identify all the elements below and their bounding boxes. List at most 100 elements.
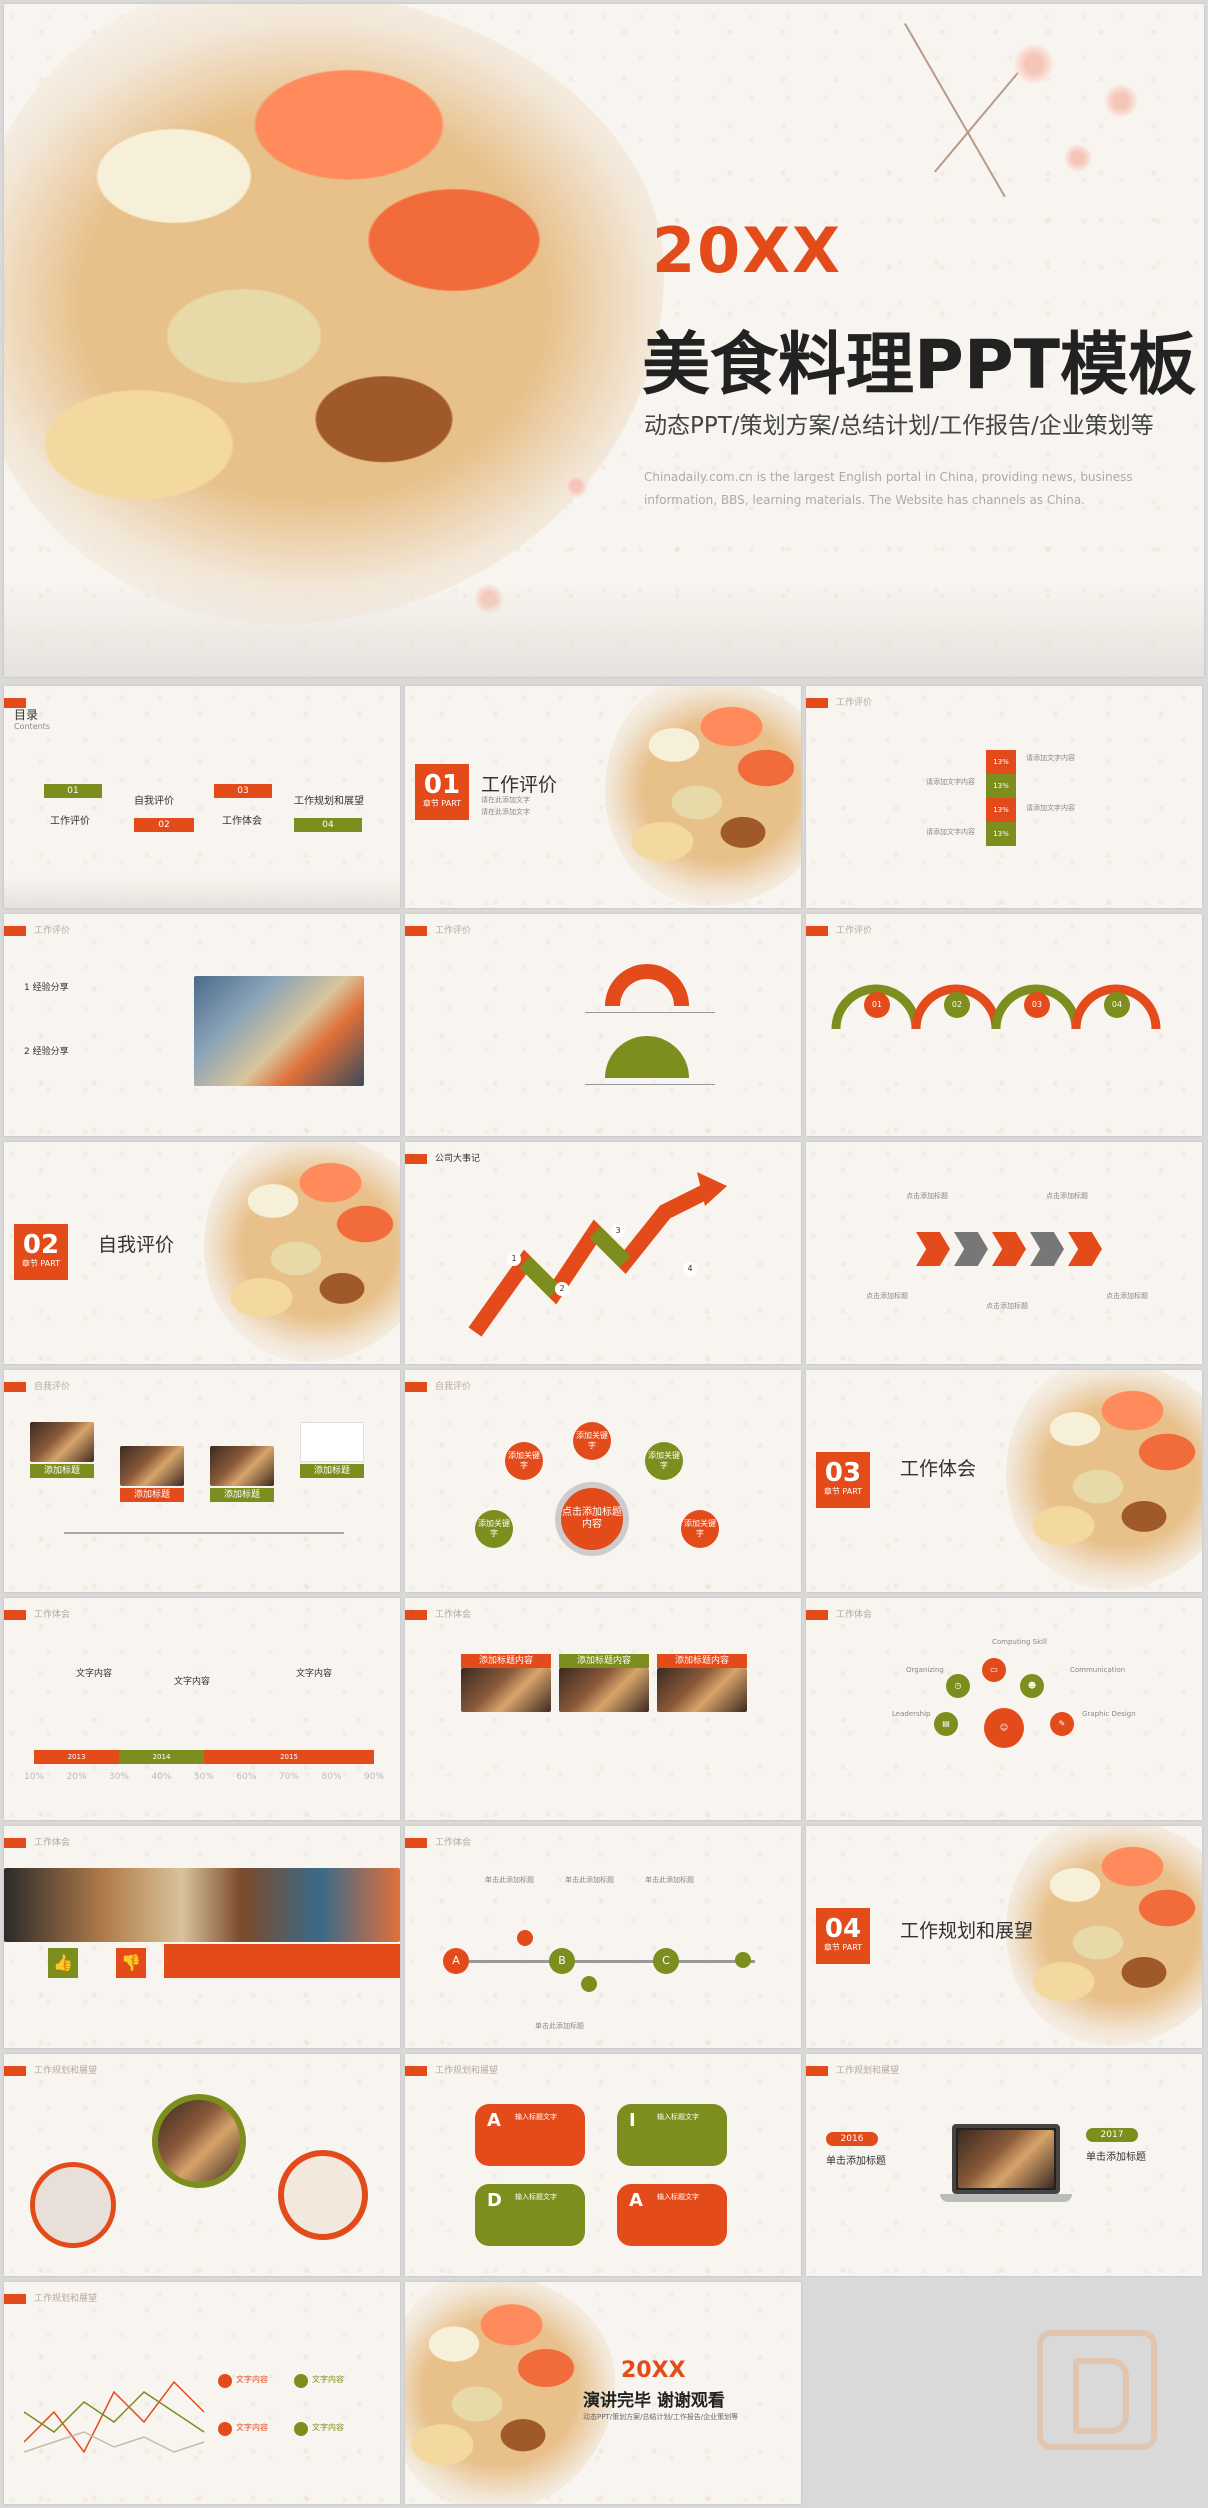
legend-label: 文字内容 [312,2423,344,2432]
blossom-decoration [1014,44,1054,84]
bar-text: 请添加文字内容 [926,778,975,786]
photo-head: 添加标题内容 [657,1654,747,1668]
slide-laptop[interactable]: 工作规划和展望 2016 2017 单击添加标题 单击添加标题 [806,2054,1202,2276]
logo-watermark-icon [1037,2330,1157,2450]
photo-head: 添加标题内容 [461,1654,551,1668]
contents-label-01[interactable]: 工作评价 [50,812,90,827]
progress-item: 文字内容 [296,1669,333,1679]
tile-label[interactable]: 添加标题 [120,1488,184,1502]
slide-round-photos[interactable]: 工作规划和展望 [4,2054,400,2276]
contents-label-04[interactable]: 工作规划和展望 [294,792,364,807]
slide-tag-text: 工作体会 [836,1610,873,1620]
slide-tag [806,698,828,708]
cover-slide[interactable]: 20XX 美食料理PPT模板 动态PPT/策划方案/总结计划/工作报告/企业策划… [4,4,1204,677]
food-photo [657,1668,747,1712]
skill-label: Leadership [892,1710,931,1718]
keyword-circle[interactable]: 添加关键字 [505,1442,543,1480]
food-photo [300,1422,364,1462]
people-icon: ☻ [1020,1674,1044,1698]
wave-num: 02 [944,992,970,1018]
sushi-image [1006,1826,1202,2046]
legend-label: 文字内容 [236,2423,268,2432]
flow-line [445,1960,755,1963]
bar-text: 请添加文字内容 [1026,804,1075,812]
tile-label[interactable]: 添加标题 [210,1488,274,1502]
experience-2: 2 经验分享 [24,1047,69,1057]
slide-tag-text: 工作评价 [836,926,873,936]
chevron-label: 点击添加标题 [866,1292,908,1300]
contents-label-03[interactable]: 工作体会 [222,812,262,827]
center-circle[interactable]: 点击添加标题内容 [555,1482,629,1556]
slide-tag [405,1382,427,1392]
slide-tag-text: 工作评价 [836,698,873,708]
slide-three-photos[interactable]: 工作体会 添加标题内容 添加标题内容 添加标题内容 [405,1598,801,1820]
wave-num: 04 [1104,992,1130,1018]
thanks-title: 演讲完毕 谢谢观看 [583,2391,725,2411]
contents-label-02[interactable]: 自我评价 [134,792,174,807]
slide-bar-stack[interactable]: 工作评价 13% 13% 13% 13% 请添加文字内容 请添加文字内容 请添加… [806,686,1202,908]
skill-label: Graphic Design [1082,1710,1136,1718]
slide-tag [405,1610,427,1620]
slide-arcs[interactable]: 工作评价 [405,914,801,1136]
progress-year: 2014 [119,1750,204,1764]
ruler [585,1084,715,1085]
section-number: 03 章节 PART [816,1452,870,1508]
bar-text: 请添加文字内容 [1026,754,1075,762]
contents-sub: Contents [14,722,50,731]
slide-contents[interactable]: 目录 Contents 01 工作评价 自我评价 02 03 工作体会 工作规划… [4,686,400,908]
contents-num-04: 04 [294,818,362,832]
slide-progress[interactable]: 工作体会 文字内容 文字内容 文字内容 2013 2014 2015 10% 20… [4,1598,400,1820]
slide-waves[interactable]: 工作评价 01 02 03 04 [806,914,1202,1136]
food-photo [559,1668,649,1712]
chevron-icon [1068,1232,1102,1266]
slide-keywords[interactable]: 自我评价 点击添加标题内容 添加关键字 添加关键字 添加关键字 添加关键字 添加… [405,1370,801,1592]
slide-tag-text: 工作体会 [34,1610,71,1620]
slide-photo-banner[interactable]: 工作体会 👍 👎 [4,1826,400,2048]
contents-num-01: 01 [44,784,102,798]
slide-aida[interactable]: 工作规划和展望 A I D A 输入标题文字 输入标题文字 输入标题文字 输入标… [405,2054,801,2276]
slide-timeline-arrow[interactable]: 公司大事记 1 2 3 4 [405,1142,801,1364]
bar-block: 13% [986,798,1016,822]
aida-letter: A [487,2110,501,2131]
thanks-sub: 动态PPT/策划方案/总结计划/工作报告/企业策划等 [583,2413,739,2421]
slide-tag-text: 工作规划和展望 [836,2066,900,2076]
slide-abc-flow[interactable]: 工作体会 A B C 单击此添加标题 单击此添加标题 单击此添加标题 单击此添加… [405,1826,801,2048]
keyword-circle[interactable]: 添加关键字 [573,1422,611,1460]
thumbs-up-icon: 👍 [48,1948,78,1978]
keyword-circle[interactable]: 添加关键字 [681,1510,719,1548]
section-bullet: 请在此添加文字 [481,796,530,804]
slide-section-03[interactable]: 03 章节 PART 工作体会 [806,1370,1202,1592]
chevron-icon [1030,1232,1064,1266]
flow-dot [735,1952,751,1968]
flow-label: 单击此添加标题 [565,1876,614,1884]
keyword-circle[interactable]: 添加关键字 [475,1510,513,1548]
aida-letter: A [629,2190,643,2211]
slide-line-chart[interactable]: 工作规划和展望 文字内容 文字内容 文字内容 文字内容 [4,2282,400,2504]
slide-chevrons[interactable]: 点击添加标题 点击添加标题 点击添加标题 点击添加标题 点击添加标题 [806,1142,1202,1364]
slide-experience[interactable]: 工作评价 1 经验分享 2 经验分享 [4,914,400,1136]
food-photo [120,1446,184,1486]
tile-label[interactable]: 添加标题 [30,1464,94,1478]
keyword-circle[interactable]: 添加关键字 [645,1442,683,1480]
slide-section-02[interactable]: 02 章节 PART 自我评价 [4,1142,400,1364]
tile-label[interactable]: 添加标题 [300,1464,364,1478]
aida-label: 输入标题文字 [657,2193,699,2201]
blossom-decoration [564,474,588,498]
sushi-image [4,4,664,624]
slide-photo-tiles[interactable]: 自我评价 添加标题 添加标题 添加标题 添加标题 [4,1370,400,1592]
slide-section-04[interactable]: 04 章节 PART 工作规划和展望 [806,1826,1202,2048]
slide-thanks[interactable]: 20XX 演讲完毕 谢谢观看 动态PPT/策划方案/总结计划/工作报告/企业策划… [405,2282,801,2504]
chart-icon: ▤ [934,1712,958,1736]
slide-tag-text: 工作规划和展望 [34,2066,98,2076]
contents-title: 目录 [14,708,39,722]
slide-tag [405,1838,427,1848]
aida-label: 输入标题文字 [515,2113,557,2121]
slide-section-01[interactable]: 01 章节 PART 工作评价 请在此添加文字 请在此添加文字 [405,686,801,908]
snow-decoration [4,582,1204,677]
cover-subtitle: 动态PPT/策划方案/总结计划/工作报告/企业策划等 [644,413,1154,439]
slide-skills[interactable]: 工作体会 ☺ ▭ ◷ ☻ ▤ ✎ Computing Skill Organiz… [806,1598,1202,1820]
slide-tag-text: 工作规划和展望 [435,2066,499,2076]
skill-label: Organizing [906,1666,944,1674]
chevron-row [916,1232,1102,1266]
progress-ticks: 10% 20% 30% 40% 50% 60% 70% 80% 90% [24,1772,384,1782]
